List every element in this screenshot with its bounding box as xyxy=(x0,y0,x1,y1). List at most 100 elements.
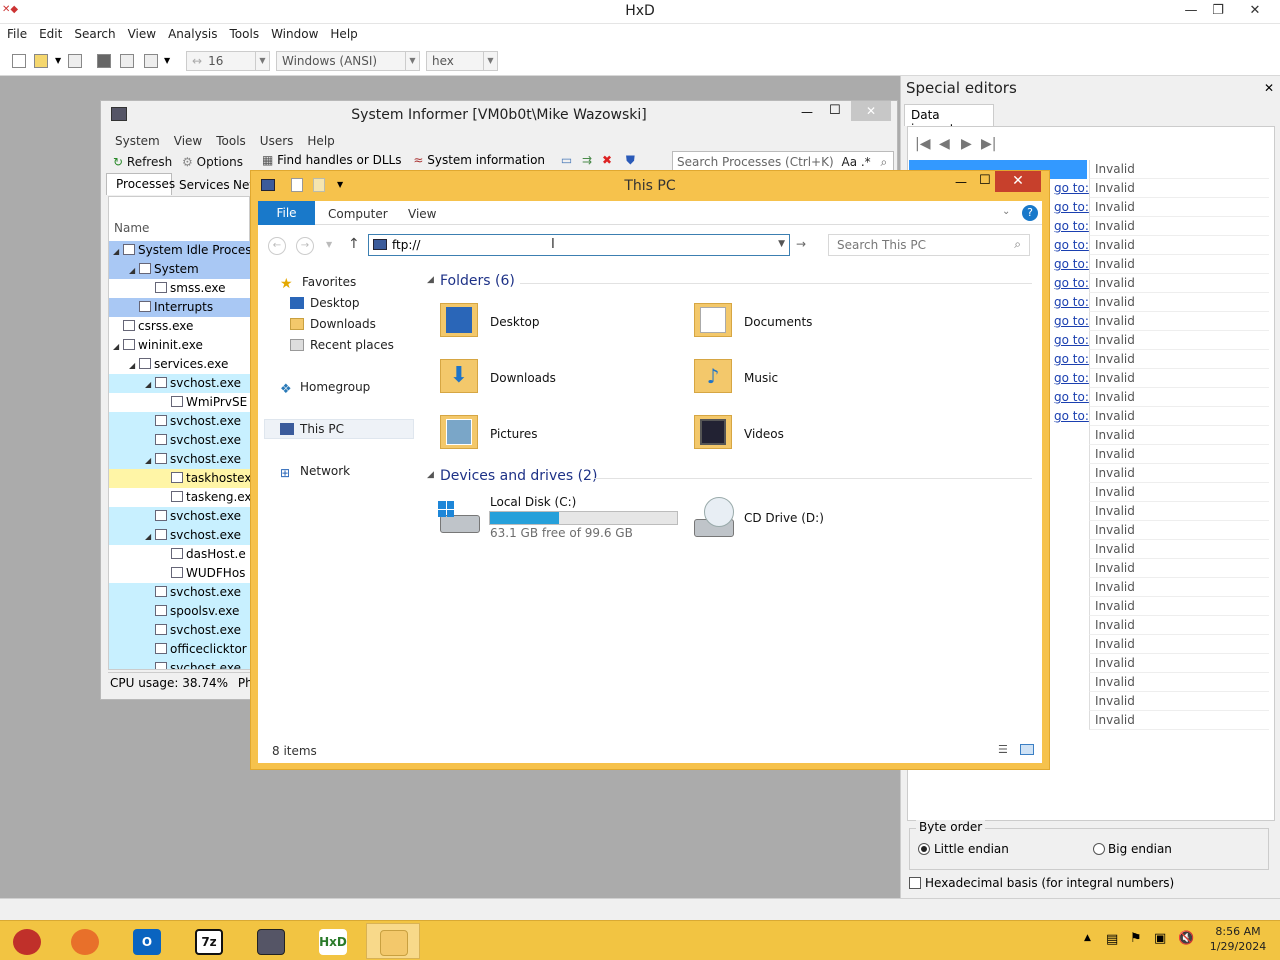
menu-tools[interactable]: Tools xyxy=(223,24,265,41)
offset-base-select[interactable]: hex ▼ xyxy=(426,51,498,71)
folder-desktop-label[interactable]: Desktop xyxy=(490,315,540,329)
process-row[interactable]: svchost.exe xyxy=(109,659,250,669)
si-minimize-button[interactable]: — xyxy=(801,105,813,119)
process-row[interactable]: svchost.exe xyxy=(109,507,250,526)
refresh-button[interactable]: Refresh xyxy=(127,155,172,169)
process-row[interactable]: Interrupts xyxy=(109,298,250,317)
window-icon[interactable]: ▭ xyxy=(561,153,572,167)
terminate-icon[interactable]: ✖ xyxy=(602,153,612,167)
si-menu-users[interactable]: Users xyxy=(252,134,300,148)
find-handles-button[interactable]: Find handles or DLLs xyxy=(277,153,401,167)
refresh-icon[interactable]: ↻ xyxy=(113,155,123,169)
folder-music-icon[interactable]: ♪ xyxy=(694,355,732,395)
inspector-value[interactable]: Invalid xyxy=(1089,711,1269,730)
inspector-value[interactable]: Invalid xyxy=(1089,673,1269,692)
inspector-value[interactable]: Invalid xyxy=(1089,350,1269,369)
little-endian-radio[interactable] xyxy=(918,843,930,855)
inspector-value[interactable]: Invalid xyxy=(1089,540,1269,559)
goto-link[interactable]: go to: xyxy=(1054,390,1089,404)
process-row[interactable]: ◢ System Idle Process xyxy=(109,241,250,260)
first-icon[interactable]: |◀ xyxy=(915,136,930,152)
options-icon[interactable]: ⚙ xyxy=(182,155,193,169)
save-icon[interactable] xyxy=(68,54,82,68)
inspector-value[interactable]: Invalid xyxy=(1089,160,1269,179)
si-maximize-button[interactable]: ☐ xyxy=(829,103,841,118)
goto-link[interactable]: go to: xyxy=(1054,371,1089,385)
cd-drive-icon[interactable] xyxy=(690,497,738,541)
close-doc-icon[interactable] xyxy=(97,54,111,68)
open-file-icon[interactable] xyxy=(34,54,48,68)
new-file-icon[interactable] xyxy=(12,54,26,68)
goto-link[interactable]: go to: xyxy=(1054,409,1089,423)
folder-documents-label[interactable]: Documents xyxy=(744,315,812,329)
process-row[interactable]: svchost.exe xyxy=(109,583,250,602)
recent-dropdown-icon[interactable]: ▼ xyxy=(326,240,332,249)
folder-videos-icon[interactable] xyxy=(694,411,732,451)
inspector-value[interactable]: Invalid xyxy=(1089,692,1269,711)
minimize-button[interactable]: — xyxy=(1176,0,1206,22)
switch-icon[interactable]: ⇉ xyxy=(582,153,592,167)
taskbar-hxd-icon[interactable]: HxD xyxy=(306,923,360,959)
inspector-value[interactable]: Invalid xyxy=(1089,635,1269,654)
tray-flag-icon[interactable]: ⚑ xyxy=(1130,931,1142,946)
inspector-value[interactable]: Invalid xyxy=(1089,255,1269,274)
inspector-value[interactable]: Invalid xyxy=(1089,464,1269,483)
shield-icon[interactable]: ⛊ xyxy=(626,153,635,167)
expand-icon[interactable]: ◢ xyxy=(113,342,123,351)
process-row[interactable]: csrss.exe xyxy=(109,317,250,336)
process-row[interactable]: smss.exe xyxy=(109,279,250,298)
taskbar-7zip-icon[interactable]: 7z xyxy=(182,923,236,959)
goto-link[interactable]: go to: xyxy=(1054,295,1089,309)
process-row[interactable]: ◢ svchost.exe xyxy=(109,526,250,545)
process-row[interactable]: dasHost.e xyxy=(109,545,250,564)
si-menu-tools[interactable]: Tools xyxy=(208,134,252,148)
address-dropdown-icon[interactable]: ▼ xyxy=(778,239,785,249)
help-icon[interactable]: ? xyxy=(1022,205,1038,221)
inspector-value[interactable]: Invalid xyxy=(1089,616,1269,635)
ex-close-button[interactable]: ✕ xyxy=(995,171,1041,192)
ribbon-computer-tab[interactable]: Computer xyxy=(328,207,388,221)
menu-edit[interactable]: Edit xyxy=(32,24,67,41)
si-close-button[interactable]: ✕ xyxy=(851,101,891,121)
tray-computer-icon[interactable]: ▣ xyxy=(1154,931,1166,946)
folder-documents-icon[interactable] xyxy=(694,299,732,339)
prev-icon[interactable]: ◀ xyxy=(939,136,950,152)
last-icon[interactable]: ▶| xyxy=(981,136,996,152)
tray-network-icon[interactable]: ▤ xyxy=(1106,932,1118,947)
inspector-value[interactable]: Invalid xyxy=(1089,331,1269,350)
tab-data-inspector[interactable]: Data inspector xyxy=(904,104,994,136)
address-bar[interactable]: ftp:// I ▼ xyxy=(368,234,790,256)
drives-header[interactable]: Devices and drives (2) xyxy=(440,468,597,484)
tray-volume-muted-icon[interactable]: 🔇 xyxy=(1178,931,1194,946)
print-icon[interactable] xyxy=(144,54,158,68)
details-view-icon[interactable]: ☰ xyxy=(998,743,1008,756)
folder-downloads-label[interactable]: Downloads xyxy=(490,371,556,385)
goto-link[interactable]: go to: xyxy=(1054,276,1089,290)
sidebar-item-thispc[interactable]: This PC xyxy=(280,422,344,436)
menu-help[interactable]: Help xyxy=(323,24,362,41)
restore-button[interactable]: ❐ xyxy=(1203,0,1233,22)
taskbar-ladybug-icon[interactable] xyxy=(0,923,54,959)
inspector-value[interactable]: Invalid xyxy=(1089,445,1269,464)
inspector-value[interactable]: Invalid xyxy=(1089,483,1269,502)
inspector-value[interactable]: Invalid xyxy=(1089,559,1269,578)
close-panel-icon[interactable]: ✕ xyxy=(1264,81,1274,95)
sidebar-item-desktop[interactable]: Desktop xyxy=(290,296,360,310)
expand-icon[interactable]: ◢ xyxy=(129,361,139,370)
process-row[interactable]: officeclicktor xyxy=(109,640,250,659)
process-row[interactable]: svchost.exe xyxy=(109,412,250,431)
inspector-value[interactable]: Invalid xyxy=(1089,502,1269,521)
folder-desktop-icon[interactable] xyxy=(440,299,478,339)
sidebar-item-network[interactable]: ⊞ Network xyxy=(280,464,350,480)
inspector-value[interactable]: Invalid xyxy=(1089,179,1269,198)
process-row[interactable]: svchost.exe xyxy=(109,431,250,450)
expand-icon[interactable]: ◢ xyxy=(145,456,155,465)
show-hidden-icons-icon[interactable]: ▲ xyxy=(1084,933,1091,943)
hex-basis-checkbox[interactable] xyxy=(909,877,921,889)
menu-view[interactable]: View xyxy=(121,24,161,41)
taskbar-system-informer-icon[interactable] xyxy=(244,923,298,959)
process-row[interactable]: ◢ System xyxy=(109,260,250,279)
cd-drive-label[interactable]: CD Drive (D:) xyxy=(744,511,824,525)
taskbar-explorer-icon[interactable] xyxy=(366,923,420,959)
process-row[interactable]: ◢ wininit.exe xyxy=(109,336,250,355)
